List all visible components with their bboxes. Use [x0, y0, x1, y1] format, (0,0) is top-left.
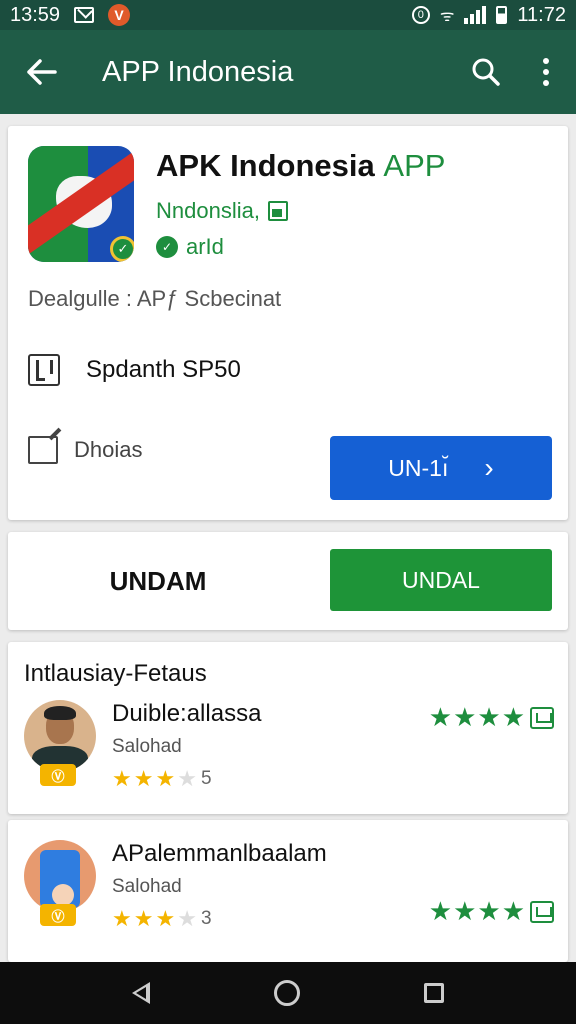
size-label: Spdanth SP50	[86, 356, 241, 383]
nav-recents-icon[interactable]	[424, 983, 444, 1003]
star-empty-icon: ★	[177, 766, 199, 791]
app-description: Dealgulle : APƒ Scbecinat	[28, 286, 282, 311]
chevron-right-icon: ›	[484, 452, 494, 483]
nav-home-icon[interactable]	[274, 980, 300, 1006]
check-circle-icon: ✓	[156, 236, 178, 258]
signal-icon	[464, 6, 487, 24]
app-name-main: APK Indonesia	[156, 148, 375, 183]
user-rating: ★ ★ ★ ★ 5	[112, 766, 212, 792]
verified-badge-icon: ✓	[110, 236, 134, 262]
more-vert-icon	[543, 58, 549, 64]
mail-icon	[74, 7, 95, 23]
reviewer-subtitle: Salohad	[112, 876, 182, 897]
action-card: UNDAM UNDAL	[8, 532, 568, 630]
section-title: Intlausiay-Fetaus	[24, 660, 207, 687]
nav-back-icon[interactable]	[132, 982, 150, 1004]
install-button[interactable]: UN-1ı̆ ›	[330, 436, 552, 500]
wifi-icon: ᯤ	[439, 8, 455, 25]
install-button-label: UN-1ı̆	[388, 454, 449, 481]
star-icon: ★★★★	[428, 896, 526, 926]
downloads-info: Dhoias	[28, 436, 142, 464]
star-icon: ★	[133, 766, 156, 791]
rating-number: 3	[200, 908, 212, 929]
status-time: 13:59	[10, 3, 61, 26]
review-item[interactable]: Ⓥ APalemmanlbaalam Salohad ★ ★ ★ ★ 3 ★★★★	[24, 840, 554, 950]
crown-icon	[530, 900, 554, 923]
notification-badge-icon: V	[108, 4, 131, 26]
star-icon: ★★★★	[428, 702, 526, 732]
action-label: UNDAM	[109, 565, 207, 596]
reviews-card-2: Ⓥ APalemmanlbaalam Salohad ★ ★ ★ ★ 3 ★★★★	[8, 820, 568, 962]
developer-link[interactable]: Nndonslia,	[156, 198, 288, 224]
arrow-left-icon	[27, 59, 57, 85]
app-bar: APP Indonesia	[0, 30, 576, 114]
system-nav-bar	[0, 962, 576, 1024]
search-button[interactable]	[456, 30, 516, 114]
rating-number: 5	[200, 768, 212, 789]
star-icon: ★	[133, 906, 156, 931]
avatar	[24, 700, 96, 772]
user-badge-icon: Ⓥ	[40, 764, 76, 786]
app-details-card: ✓ APK Indonesia APP Nndonslia, ✓ arId De…	[8, 126, 568, 520]
back-button[interactable]	[0, 30, 84, 114]
edit-icon	[28, 436, 58, 464]
page-title: APP Indonesia	[102, 55, 294, 88]
image-icon	[267, 201, 288, 221]
app-name-accent: APP	[383, 148, 446, 183]
battery-icon	[496, 6, 508, 24]
rating-text: arId	[186, 234, 224, 259]
star-icon: ★	[155, 906, 178, 931]
reviewer-name: APalemmanlbaalam	[112, 840, 327, 867]
reviewer-subtitle: Salohad	[112, 736, 182, 757]
app-rating-stars: ★★★★	[429, 896, 554, 927]
app-name: APK Indonesia APP	[156, 148, 445, 184]
user-rating: ★ ★ ★ ★ 3	[112, 906, 212, 932]
app-rating: ✓ arId	[156, 234, 224, 260]
crown-icon	[530, 706, 554, 729]
more-options-button[interactable]	[516, 30, 576, 114]
status-time-right: 11:72	[517, 3, 566, 26]
star-icon: ★	[112, 766, 134, 791]
star-empty-icon: ★	[177, 906, 199, 931]
size-info: Spdanth SP50	[28, 354, 241, 386]
alarm-icon: 0	[411, 6, 430, 24]
star-icon: ★	[155, 766, 178, 791]
star-icon: ★	[112, 906, 134, 931]
search-icon	[472, 58, 500, 86]
reviewer-name: Duible:allassa	[112, 700, 262, 727]
app-logo: ✓	[28, 146, 134, 262]
reviews-card: Intlausiay-Fetaus Ⓥ Duible:allassa Saloh…	[8, 642, 568, 814]
user-badge-icon: Ⓥ	[40, 904, 76, 926]
status-bar: 13:59 V 0 ᯤ 11:72	[0, 0, 576, 30]
downloads-label: Dhoias	[74, 437, 143, 462]
review-item[interactable]: Ⓥ Duible:allassa Salohad ★ ★ ★ ★ 5 ★★★★	[24, 700, 554, 810]
package-icon	[28, 354, 60, 386]
app-rating-stars: ★★★★	[429, 702, 554, 733]
developer-name: Nndonslia,	[156, 198, 260, 223]
avatar	[24, 840, 96, 912]
download-button[interactable]: UNDAL	[330, 549, 552, 611]
